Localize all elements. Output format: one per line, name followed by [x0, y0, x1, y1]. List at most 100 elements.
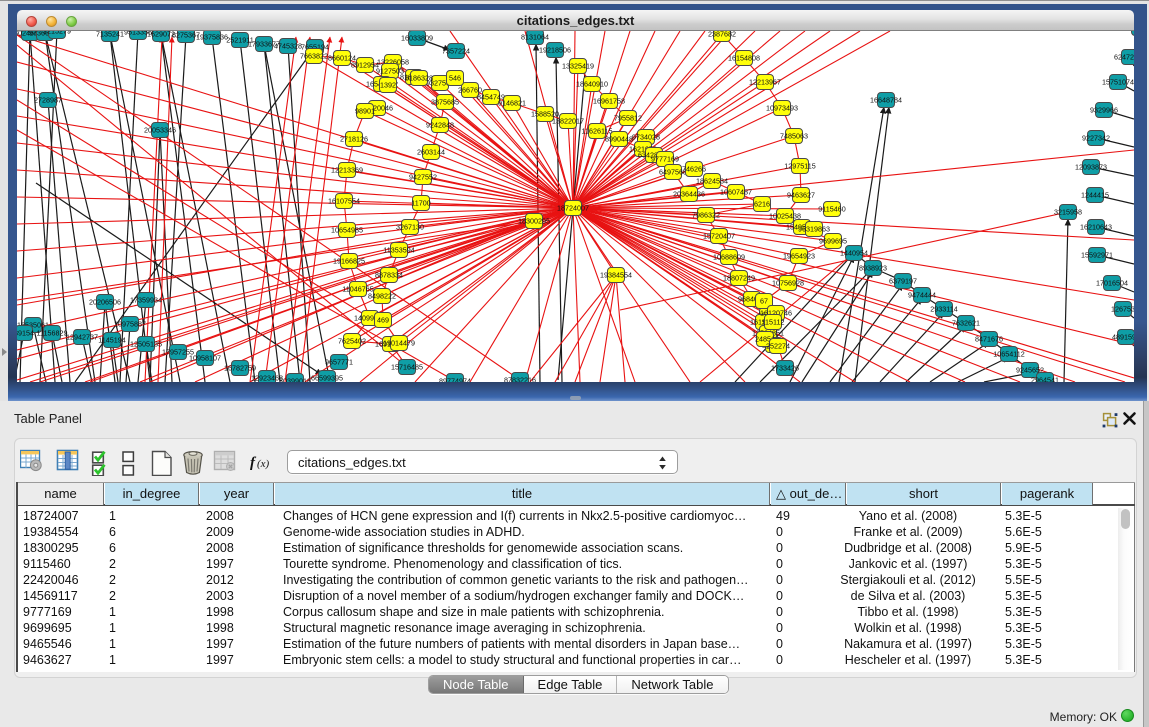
- svg-text:16210643: 16210643: [1080, 223, 1112, 232]
- svg-text:7663822: 7663822: [300, 52, 328, 61]
- svg-text:(x): (x): [257, 458, 270, 470]
- svg-text:2387682: 2387682: [708, 31, 736, 39]
- svg-text:15592971: 15592971: [1081, 251, 1113, 260]
- svg-text:126753: 126753: [1111, 305, 1134, 314]
- svg-text:6379197: 6379197: [889, 277, 917, 286]
- svg-text:7485063: 7485063: [780, 132, 808, 141]
- svg-text:2964541: 2964541: [1031, 376, 1059, 383]
- svg-text:20053346: 20053346: [144, 126, 176, 135]
- svg-text:9474444: 9474444: [908, 291, 936, 300]
- svg-text:30399018: 30399018: [279, 377, 311, 383]
- svg-text:12942737: 12942737: [66, 333, 98, 342]
- svg-text:16648784: 16648784: [870, 96, 902, 105]
- svg-text:13822017: 13822017: [552, 117, 584, 126]
- svg-text:18724007: 18724007: [557, 204, 589, 213]
- svg-text:19654923: 19654923: [783, 252, 815, 261]
- svg-text:12505135: 12505135: [130, 340, 162, 349]
- svg-text:9463627: 9463627: [787, 191, 815, 200]
- svg-text:16033809: 16033809: [401, 34, 433, 43]
- svg-text:12975115: 12975115: [784, 162, 815, 171]
- svg-text:11156829: 11156829: [37, 329, 68, 338]
- svg-text:469: 469: [377, 316, 389, 325]
- svg-text:10958107: 10958107: [189, 354, 221, 363]
- svg-text:17016504: 17016504: [1096, 279, 1128, 288]
- svg-text:3215958: 3215958: [1054, 208, 1082, 217]
- svg-text:115112: 115112: [762, 318, 785, 327]
- svg-text:39154: 39154: [17, 329, 34, 338]
- svg-text:12093873: 12093873: [1075, 163, 1107, 172]
- svg-text:2718126: 2718126: [340, 135, 368, 144]
- svg-text:3267130: 3267130: [396, 223, 424, 232]
- svg-text:15720407: 15720407: [703, 232, 735, 241]
- svg-text:2215279: 2215279: [43, 31, 71, 36]
- svg-text:8990448: 8990448: [605, 135, 633, 144]
- svg-text:8912954: 8912954: [351, 61, 379, 70]
- svg-text:9227342: 9227342: [1082, 134, 1110, 143]
- svg-text:15751074: 15751074: [1102, 78, 1134, 87]
- svg-text:96319863: 96319863: [798, 225, 830, 234]
- svg-text:9777169: 9777169: [651, 155, 679, 164]
- svg-text:12213967: 12213967: [749, 78, 781, 87]
- svg-text:19218506: 19218506: [539, 46, 571, 55]
- svg-text:16782759: 16782759: [224, 364, 256, 373]
- svg-text:8471676: 8471676: [975, 335, 1003, 344]
- svg-text:19375836: 19375836: [196, 33, 228, 42]
- svg-text:10973493: 10973493: [766, 104, 798, 113]
- svg-text:10654112: 10654112: [993, 350, 1024, 359]
- svg-text:4745328: 4745328: [274, 42, 302, 51]
- svg-text:2728987: 2728987: [34, 96, 62, 105]
- svg-text:3875685: 3875685: [431, 98, 459, 107]
- svg-text:16154808: 16154808: [728, 54, 760, 63]
- svg-text:252274: 252274: [766, 342, 790, 351]
- svg-text:9699695: 9699695: [819, 237, 847, 246]
- svg-text:9657771: 9657771: [325, 358, 353, 367]
- svg-text:7625402: 7625402: [338, 337, 366, 346]
- svg-text:9115460: 9115460: [818, 205, 845, 214]
- svg-text:98901: 98901: [355, 107, 375, 116]
- svg-text:1244415: 1244415: [1081, 191, 1109, 200]
- svg-text:6216: 6216: [754, 200, 770, 209]
- svg-text:5154287: 5154287: [1126, 31, 1134, 33]
- svg-text:19384554: 19384554: [600, 271, 632, 280]
- svg-text:7632621: 7632621: [952, 319, 980, 328]
- svg-text:7357224: 7357224: [442, 47, 470, 56]
- svg-text:18624534: 18624534: [696, 177, 728, 186]
- svg-text:9146821: 9146821: [498, 99, 526, 108]
- svg-text:87832216: 87832216: [504, 376, 536, 383]
- svg-text:1629072: 1629072: [147, 31, 175, 39]
- svg-text:1440954: 1440954: [840, 249, 868, 258]
- svg-text:8878334: 8878334: [375, 271, 403, 280]
- svg-text:66599395: 66599395: [311, 374, 343, 383]
- svg-text:9734028: 9734028: [632, 133, 660, 142]
- svg-text:11700: 11700: [411, 199, 430, 208]
- svg-text:10607487: 10607487: [720, 188, 752, 197]
- svg-text:10756928: 10756928: [772, 279, 804, 288]
- svg-text:89774974: 89774974: [439, 377, 471, 383]
- svg-text:13325419: 13325419: [562, 62, 594, 71]
- svg-text:10688609: 10688609: [713, 253, 745, 262]
- svg-text:19014479: 19014479: [383, 339, 415, 348]
- svg-text:18807249: 18807249: [723, 274, 755, 283]
- svg-text:7955812: 7955812: [614, 114, 642, 123]
- svg-text:20364436: 20364436: [673, 190, 705, 199]
- svg-text:2603144: 2603144: [417, 148, 445, 157]
- svg-text:746266: 746266: [682, 165, 706, 174]
- svg-text:1733426: 1733426: [771, 364, 799, 373]
- svg-text:9427552: 9427552: [409, 173, 437, 182]
- svg-text:7986322: 7986322: [692, 211, 720, 220]
- svg-text:7135241: 7135241: [96, 31, 124, 39]
- svg-text:62472380: 62472380: [1114, 53, 1134, 62]
- svg-text:9242848: 9242848: [426, 121, 454, 130]
- svg-text:17359934: 17359934: [130, 296, 162, 305]
- svg-text:1392: 1392: [380, 81, 396, 90]
- svg-text:1145194: 1145194: [98, 336, 125, 345]
- svg-text:8131064: 8131064: [521, 33, 549, 42]
- svg-text:8498222: 8498222: [368, 292, 396, 301]
- svg-text:2933114: 2933114: [930, 305, 957, 314]
- svg-text:67: 67: [760, 297, 768, 306]
- svg-text:4891590: 4891590: [1112, 333, 1134, 342]
- svg-text:18640910: 18640910: [576, 80, 608, 89]
- svg-text:10654985: 10654985: [331, 226, 363, 235]
- svg-text:12213369: 12213369: [331, 166, 363, 175]
- svg-text:16961758: 16961758: [593, 97, 625, 106]
